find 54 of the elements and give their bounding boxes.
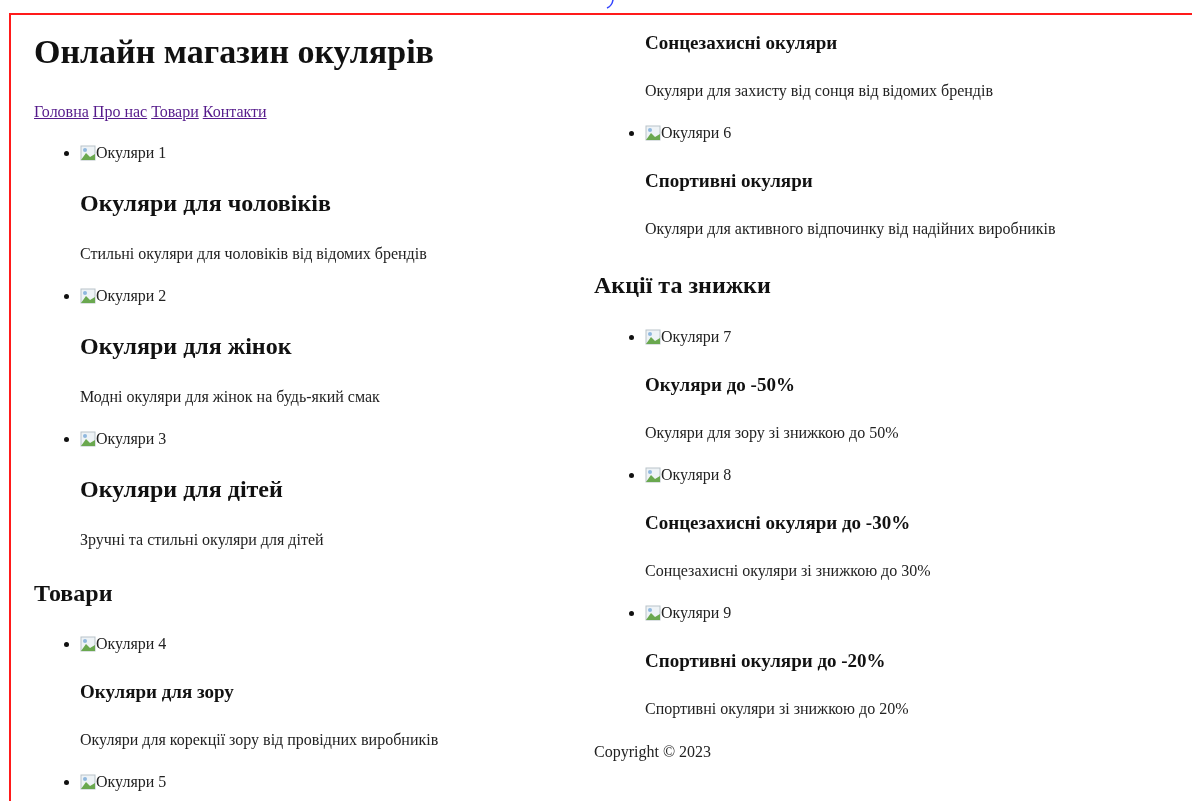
product-title: Окуляри для дітей	[80, 475, 284, 504]
nav-link[interactable]: Товари	[151, 102, 199, 122]
product-description: Сонцезахисні окуляри зі знижкою до 30%	[645, 561, 932, 581]
broken-image-icon	[80, 636, 96, 652]
broken-image-icon	[80, 774, 96, 790]
bullet-icon	[64, 293, 69, 299]
product-description: Окуляри для корекції зору від провідних виробників	[80, 730, 440, 750]
broken-image-icon	[645, 605, 661, 621]
broken-image: Окуляри 7	[645, 327, 732, 347]
product-description: Окуляри для захисту від сонця від відомих брендів	[645, 81, 994, 101]
bullet-icon	[64, 436, 69, 442]
bullet-icon	[64, 779, 69, 785]
broken-image: Окуляри 8	[645, 465, 732, 485]
section-heading: Акції та знижки	[594, 271, 772, 300]
product-title: Сонцезахисні окуляри до -30%	[645, 511, 912, 535]
broken-image: Окуляри 9	[645, 603, 732, 623]
bullet-icon	[64, 150, 69, 156]
section-heading: Товари	[34, 579, 114, 608]
broken-image-icon	[645, 329, 661, 345]
broken-image-icon	[80, 431, 96, 447]
bullet-icon	[629, 130, 634, 136]
product-title: Сонцезахисні окуляри	[645, 31, 839, 55]
product-title: Окуляри для зору	[80, 680, 235, 704]
broken-image: Окуляри 5	[80, 772, 167, 792]
curve-mark	[606, 0, 614, 9]
page-title: Онлайн магазин окулярів	[34, 32, 435, 72]
product-title: Спортивні окуляри	[645, 169, 814, 193]
product-description: Зручні та стильні окуляри для дітей	[80, 530, 325, 550]
bullet-icon	[629, 610, 634, 616]
bullet-icon	[629, 334, 634, 340]
nav-link[interactable]: Контакти	[202, 102, 267, 122]
product-title: Окуляри для чоловіків	[80, 189, 332, 218]
bullet-icon	[64, 641, 69, 647]
product-description: Модні окуляри для жінок на будь-який смак	[80, 387, 381, 407]
broken-image-icon	[645, 125, 661, 141]
bullet-icon	[629, 472, 634, 478]
nav-link[interactable]: Про нас	[92, 102, 148, 122]
nav-link[interactable]: Головна	[34, 102, 89, 122]
broken-image: Окуляри 6	[645, 123, 732, 143]
product-title: Окуляри для жінок	[80, 332, 293, 361]
product-description: Окуляри для зору зі знижкою до 50%	[645, 423, 900, 443]
product-description: Окуляри для активного відпочинку від надійних виробників	[645, 219, 1057, 239]
product-description: Спортивні окуляри зі знижкою до 20%	[645, 699, 910, 719]
product-description: Стильні окуляри для чоловіків від відомих брендів	[80, 244, 428, 264]
broken-image-icon	[80, 288, 96, 304]
broken-image: Окуляри 2	[80, 286, 167, 306]
broken-image: Окуляри 4	[80, 634, 167, 654]
product-title: Спортивні окуляри до -20%	[645, 649, 887, 673]
broken-image: Окуляри 3	[80, 429, 167, 449]
broken-image: Окуляри 1	[80, 143, 167, 163]
broken-image-icon	[645, 467, 661, 483]
product-title: Окуляри до -50%	[645, 373, 796, 397]
broken-image-icon	[80, 145, 96, 161]
copyright-text: Copyright © 2023	[594, 742, 713, 762]
